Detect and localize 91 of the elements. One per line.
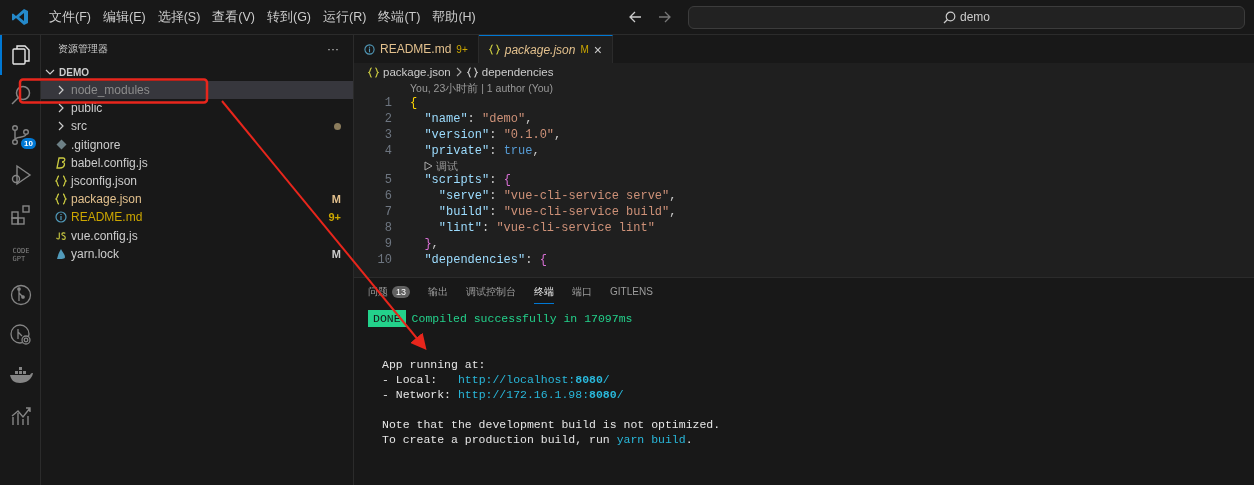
terminal-line: Compiled successfully in 17097ms (411, 311, 633, 327)
file-tree-item[interactable]: jsconfig.json (41, 171, 353, 191)
code-line: "serve": "vue-cli-service serve", (437, 188, 677, 204)
debug-codelens[interactable]: 调试 (354, 159, 1254, 172)
command-center-search-field[interactable]: demo (688, 5, 1245, 29)
code-line: "build": "vue-cli-service build", (437, 204, 677, 220)
menu-item[interactable]: 选择(S) (151, 8, 207, 26)
line-number: 7 (383, 204, 393, 220)
file-tree-item[interactable]: src (41, 117, 353, 136)
status-badge: DONE (368, 310, 406, 327)
breadcrumb-item[interactable]: package.json (383, 66, 451, 78)
editor-tab[interactable]: package.json M × (478, 35, 613, 63)
tree-root-item[interactable]: DEMO (41, 63, 353, 81)
sidebar-title: 资源管理器 (58, 42, 108, 56)
menu-item[interactable]: 文件(F) (43, 8, 97, 26)
line-number: 1 (383, 95, 393, 111)
braces-icon (466, 66, 478, 78)
chevron-icon (45, 67, 55, 77)
vscode-logo-icon (11, 8, 29, 26)
line-number: 2 (383, 111, 393, 127)
chevron-icon (454, 67, 463, 77)
git-status-label: M (331, 193, 341, 206)
panel-tab[interactable]: 调试控制台 (466, 280, 516, 304)
b-letter-icon (55, 156, 67, 169)
extensions-icon[interactable] (10, 204, 32, 226)
code-line: { (410, 95, 418, 111)
git-graph-icon[interactable] (10, 284, 32, 306)
breadcrumb-item[interactable]: dependencies (481, 66, 554, 78)
panel-tab[interactable]: 输出 (428, 280, 448, 304)
braces-icon (55, 175, 67, 188)
line-number: 3 (383, 127, 393, 143)
count-badge: 10 (21, 138, 36, 149)
more-actions-button[interactable]: ··· (327, 42, 339, 56)
git-status-label: M (331, 247, 341, 260)
run-debug-icon[interactable] (10, 164, 32, 186)
js-file-icon (55, 230, 67, 241)
file-tree-item[interactable]: README.md 9+ (41, 208, 353, 227)
file-tree-item[interactable]: .gitignore (41, 135, 353, 154)
line-number: 4 (383, 143, 393, 159)
diamond-icon (55, 139, 67, 151)
menu-item[interactable]: 运行(R) (317, 8, 373, 26)
back-arrow-icon[interactable] (628, 10, 642, 24)
line-number: 5 (383, 172, 393, 188)
menu-item[interactable]: 编辑(E) (96, 8, 152, 26)
editor-tab[interactable]: README.md 9+ (354, 35, 479, 63)
line-number: 10 (376, 252, 393, 268)
terminal-line: - Local: http://localhost:8080/ (382, 372, 610, 387)
file-tree-item[interactable]: babel.config.js (41, 153, 353, 172)
menu-item[interactable]: 终端(T) (372, 8, 427, 26)
terminal-line: To create a production build, run yarn build. (382, 432, 693, 447)
code-line: "private": true, (423, 143, 540, 159)
search-icon[interactable] (10, 84, 32, 106)
line-number: 8 (383, 220, 393, 236)
code-line: "lint": "vue-cli-service lint" (437, 220, 655, 236)
panel-tab[interactable]: GITLENS (610, 282, 653, 302)
file-tree-item[interactable]: vue.config.js (41, 226, 353, 245)
braces-icon (488, 44, 500, 55)
braces-icon (368, 66, 379, 78)
menu-item[interactable]: 查看(V) (206, 8, 261, 26)
terminal-line: App running at: (382, 357, 486, 372)
file-tree-item[interactable]: package.json M (41, 190, 353, 209)
file-tree-item[interactable]: node_modules (41, 81, 353, 100)
info-icon (55, 211, 67, 224)
close-button[interactable]: × (593, 41, 602, 58)
code-line: }, (423, 236, 439, 252)
braces-icon (55, 193, 67, 206)
menu-item[interactable]: 转到(G) (261, 8, 318, 26)
files-icon[interactable] (10, 44, 32, 66)
forward-arrow-icon[interactable] (658, 10, 672, 24)
code-line: "name": "demo", (423, 111, 533, 127)
source-control-icon[interactable] (10, 124, 32, 146)
file-tree-item[interactable]: yarn.lock M (41, 244, 353, 263)
blame-annotation[interactable]: You, 23小时前 | 1 author (You) (410, 82, 553, 94)
terminal-line: - Network: http://172.16.1.98:8080/ (382, 387, 624, 402)
git-inspect-icon[interactable] (10, 324, 32, 346)
line-number: 6 (383, 188, 393, 204)
line-number: 9 (383, 236, 393, 252)
panel-tab[interactable]: 端口 (572, 280, 592, 304)
file-tree-item[interactable]: public (41, 99, 353, 118)
terminal-line: Note that the development build is not optimized. (382, 417, 721, 432)
code-line: "version": "0.1.0", (423, 127, 562, 143)
code-line: "scripts": { (423, 172, 511, 188)
play-icon (424, 160, 433, 171)
whale-icon[interactable] (9, 366, 33, 384)
menu-item[interactable]: 帮助(H) (426, 8, 482, 26)
info-icon (364, 43, 375, 55)
panel-tab[interactable]: 终端 (534, 280, 554, 304)
git-status-label: 9+ (328, 211, 341, 224)
code-line: "dependencies": { (423, 252, 547, 268)
chart-icon[interactable] (10, 404, 32, 426)
search-icon (943, 10, 956, 24)
